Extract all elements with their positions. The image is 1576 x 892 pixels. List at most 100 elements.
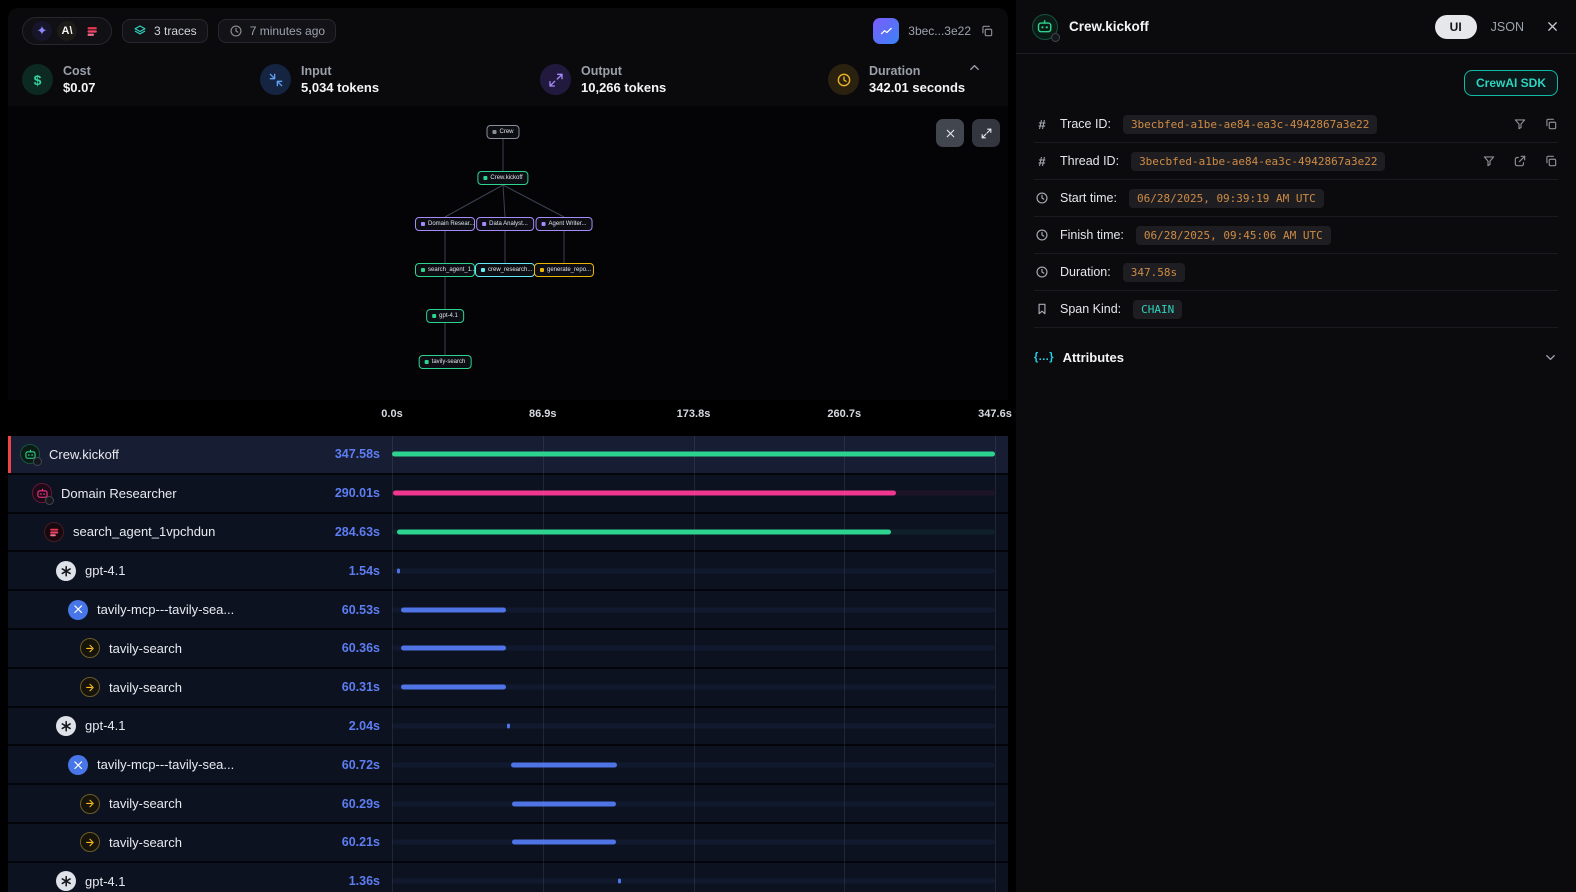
span-duration: 284.63s [335,525,380,539]
graph-node-label: Crew.kickoff [490,175,522,181]
graph-node[interactable]: Data Analyst... [476,217,534,231]
span-label: tavily-search [109,796,182,811]
copy-icon[interactable] [1544,117,1558,131]
trace-row[interactable]: search_agent_1vpchdun284.63s [8,514,1008,553]
axis-tick-label: 86.9s [529,408,557,420]
graph-node[interactable]: tavily-search [419,355,472,369]
graph-node[interactable]: generate_repo... [534,263,594,277]
span-plot-cell [392,436,1008,473]
field-value[interactable]: 06/28/2025, 09:39:19 AM UTC [1129,189,1324,208]
span-plot-cell [392,863,1008,892]
trace-graph-panel: Crew Crew.kickoff Domain Resear...Data Ana… [8,106,1008,400]
openai-icon [56,716,76,736]
span-name-cell: tavily-search60.29s [8,785,392,822]
stat-label: Input [301,64,379,78]
crew-icon [20,444,40,464]
trace-row[interactable]: gpt-4.12.04s [8,708,1008,747]
trace-ref-group: 3bec...3e22 [873,18,994,44]
span-plot-cell [392,475,1008,512]
field-label: Duration: [1060,265,1111,279]
span-track [392,801,995,806]
graph-node[interactable]: Crew [486,125,519,139]
dollar-icon: $ [22,64,53,95]
field-value[interactable]: 3becbfed-a1be-ae84-ea3c-4942867a3e22 [1131,152,1385,171]
filter-icon[interactable] [1482,154,1496,168]
trace-row[interactable]: gpt-4.11.36s [8,863,1008,892]
axis-tick-label: 260.7s [827,408,861,420]
span-track [392,762,995,767]
field-actions [1513,117,1558,131]
graph-node-label: Agent Writer... [549,221,587,227]
tavily-icon [80,794,100,814]
trace-overview-pane: ✦ A\ 3 traces 7 minutes ago 3bec...3e22 [8,8,1008,892]
detail-field-row: Duration: 347.58s [1034,254,1558,291]
attributes-section-header[interactable]: {…} Attributes [1034,334,1558,380]
field-value[interactable]: 06/28/2025, 09:45:06 AM UTC [1136,226,1331,245]
trace-row[interactable]: Crew.kickoff347.58s [8,436,1008,475]
openai-icon [56,871,76,891]
span-bar [507,723,511,728]
span-label: Domain Researcher [61,486,177,501]
graph-node[interactable]: gpt-4.1 [426,309,464,323]
tab-json[interactable]: JSON [1491,20,1524,34]
stat-value: 10,266 tokens [581,80,666,95]
span-bar [393,491,896,496]
span-label: tavily-search [109,641,182,656]
chevron-down-icon[interactable] [1543,350,1558,365]
span-name-cell: gpt-4.12.04s [8,708,392,745]
output-tokens-icon [540,64,571,95]
traces-count-badge[interactable]: 3 traces [122,19,208,43]
clock-icon [1034,228,1050,242]
span-name-cell: tavily-search60.21s [8,824,392,861]
tools-icon [68,600,88,620]
tab-ui[interactable]: UI [1435,15,1477,39]
trace-chart-icon[interactable] [873,18,899,44]
graph-node[interactable]: search_agent_1... [415,263,475,277]
graph-node-label: tavily-search [432,359,466,365]
span-label: gpt-4.1 [85,563,125,578]
trace-row[interactable]: tavily-mcp---tavily-sea... 60.72s [8,746,1008,785]
graph-node[interactable]: Agent Writer... [536,217,593,231]
span-name-cell: tavily-mcp---tavily-sea...60.53s [8,591,392,628]
tools-icon [68,755,88,775]
trace-row[interactable]: tavily-search60.21s [8,824,1008,863]
close-icon[interactable] [1545,19,1560,34]
span-name-cell: tavily-search60.31s [8,669,392,706]
filter-icon[interactable] [1513,117,1527,131]
field-value[interactable]: 3becbfed-a1be-ae84-ea3c-4942867a3e22 [1123,115,1377,134]
field-value[interactable]: 347.58s [1123,263,1185,282]
span-duration: 347.58s [335,447,380,461]
details-tabs: UI JSON [1435,15,1524,39]
stat-input: Input 5,034 tokens [260,64,379,95]
tavily-icon [80,638,100,658]
graph-expand-button[interactable] [972,119,1000,147]
graph-node-label: gpt-4.1 [439,313,458,319]
detail-field-row: Finish time:06/28/2025, 09:45:06 AM UTC [1034,217,1558,254]
span-plot-cell [392,708,1008,745]
external-icon[interactable] [1513,154,1527,168]
span-duration: 60.72s [342,758,380,772]
span-track [392,568,995,573]
bookmark-icon [1034,302,1050,316]
span-title: Crew.kickoff [1069,19,1149,34]
graph-close-button[interactable] [936,119,964,147]
axis-tick-label: 347.6s [978,408,1012,420]
span-track [392,840,995,845]
copy-icon[interactable] [980,24,994,38]
trace-row[interactable]: tavily-search60.31s [8,669,1008,708]
trace-row[interactable]: gpt-4.11.54s [8,552,1008,591]
trace-row[interactable]: tavily-mcp---tavily-sea...60.53s [8,591,1008,630]
clock-icon [229,24,243,38]
span-label: tavily-mcp---tavily-sea... [97,757,234,772]
trace-row[interactable]: tavily-search60.29s [8,785,1008,824]
chevron-up-icon[interactable] [967,60,982,80]
details-header: Crew.kickoff UI JSON [1016,0,1576,54]
field-value[interactable]: CHAIN [1133,300,1182,319]
trace-row[interactable]: tavily-search60.36s [8,630,1008,669]
graph-node[interactable]: Domain Resear... [415,217,475,231]
trace-row[interactable]: Domain Researcher290.01s [8,475,1008,514]
graph-node[interactable]: Crew.kickoff [477,171,528,185]
graph-node-label: crew_research... [488,267,532,273]
graph-node[interactable]: crew_research... [475,263,535,277]
copy-icon[interactable] [1544,154,1558,168]
